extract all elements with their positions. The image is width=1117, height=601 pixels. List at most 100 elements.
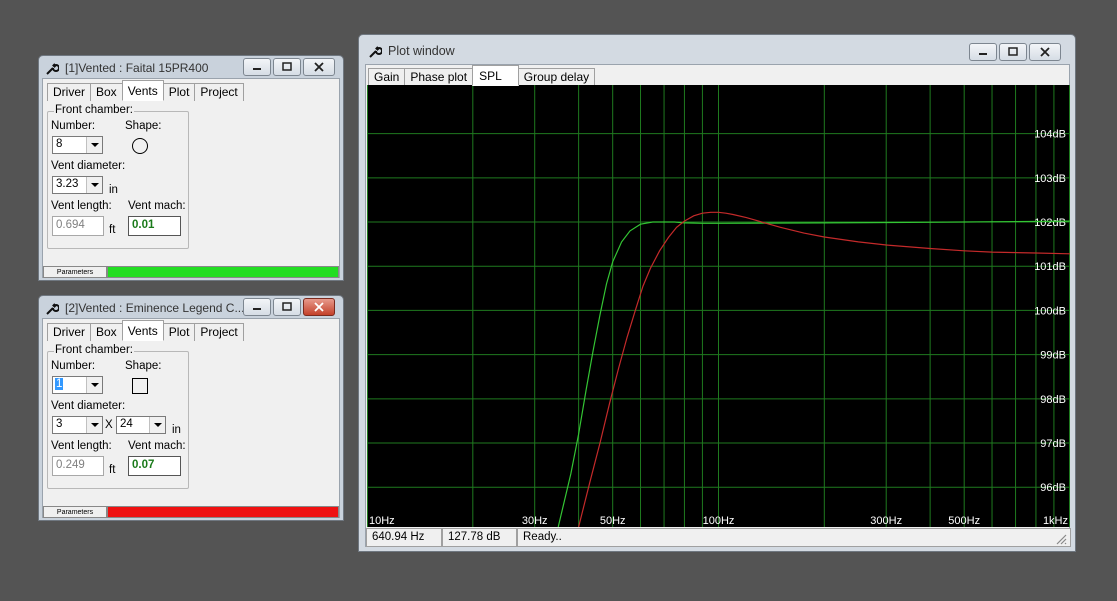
parameters-status-bar [107,266,339,278]
number-select[interactable]: 1 [52,376,103,394]
number-label: Number: [51,360,96,372]
plot-statusbar: 640.94 Hz 127.78 dB Ready.. [366,528,1071,547]
square-icon[interactable] [132,378,148,394]
close-icon [314,62,324,72]
parameters-status-bar [107,506,339,518]
x-tick-label: 50Hz [600,515,626,527]
close-button[interactable] [1029,43,1061,61]
minimize-button[interactable] [969,43,997,61]
plot-window-title: Plot window [388,44,455,58]
vent-height-value: 24 [120,418,133,430]
tab-box[interactable]: Box [90,323,123,341]
unit-in-label: in [109,184,118,196]
x-tick-label: 300Hz [870,515,902,527]
tab-driver[interactable]: Driver [47,323,91,341]
chevron-down-icon[interactable] [86,377,102,393]
maximize-icon [282,62,292,71]
tab-phase-plot[interactable]: Phase plot [404,68,474,86]
vent-length-field[interactable]: 0.694 [52,216,104,236]
wrench-icon [368,44,382,58]
chevron-down-icon[interactable] [86,177,102,193]
vent-mach-label: Vent mach: [128,200,186,212]
maximize-button[interactable] [273,58,301,76]
vent-width-select[interactable]: 3 [52,416,103,434]
parameters-strip: Parameters [43,266,339,278]
y-tick-label: 103dB [1034,173,1066,185]
tab-plot[interactable]: Plot [162,323,196,341]
vent-length-field[interactable]: 0.249 [52,456,104,476]
x-tick-label: 500Hz [948,515,980,527]
minimize-icon [979,53,987,55]
maximize-button[interactable] [999,43,1027,61]
vent-mach-label: Vent mach: [128,440,186,452]
vent-diameter-select[interactable]: 3.23 [52,176,103,194]
x-tick-label: 30Hz [522,515,548,527]
status-frequency: 640.94 Hz [366,528,442,547]
parameters-strip: Parameters [43,506,339,518]
maximize-icon [282,302,292,311]
chevron-down-icon[interactable] [86,417,102,433]
tab-project[interactable]: Project [194,83,244,101]
minimize-icon [253,68,261,70]
x-tick-label: 1kHz [1043,515,1068,527]
driver-window-2: [2]Vented : Eminence Legend C... Driver … [38,295,344,521]
close-button[interactable] [303,298,335,316]
circle-icon[interactable] [132,138,148,154]
minimize-button[interactable] [243,58,271,76]
resize-grip-icon[interactable] [1055,533,1067,545]
vent-diameter-label: Vent diameter: [51,400,126,412]
number-label: Number: [51,120,96,132]
tab-vents[interactable]: Vents [121,320,164,341]
minimize-button[interactable] [243,298,271,316]
front-chamber-label: Front chamber: [54,344,134,356]
times-label: X [105,419,113,431]
vent-length-label: Vent length: [51,440,112,452]
y-tick-label: 98dB [1040,394,1066,406]
front-chamber-group: Front chamber: Number: 8 Shape: Vent dia… [47,104,189,249]
y-tick-label: 104dB [1034,129,1066,141]
vent-mach-field[interactable]: 0.07 [128,456,181,476]
spl-plot-area[interactable]: 96dB 97dB 98dB 99dB 100dB 101dB 102dB 103dB 104d… [367,85,1070,527]
number-select[interactable]: 8 [52,136,103,154]
chevron-down-icon[interactable] [149,417,165,433]
tab-vents[interactable]: Vents [121,80,164,101]
shape-label: Shape: [125,360,162,372]
y-tick-label: 101dB [1034,261,1066,273]
plot-window: Plot window Gain Phase plot SPL Group de… [358,34,1076,552]
tab-box[interactable]: Box [90,83,123,101]
spl-chart: 96dB 97dB 98dB 99dB 100dB 101dB 102dB 103dB 104d… [367,85,1070,527]
window-2-tabs: Driver Box Vents Plot Project [47,320,244,341]
close-button[interactable] [303,58,335,76]
parameters-button[interactable]: Parameters [43,266,107,278]
plot-tabs: Gain Phase plot SPL Group delay [368,65,596,86]
plot-window-titlebar[interactable]: Plot window [359,35,1075,67]
unit-ft-label: ft [109,464,116,476]
front-chamber-group: Front chamber: Number: 1 Shape: Vent dia… [47,344,189,489]
y-tick-label: 102dB [1034,217,1066,229]
number-value: 8 [56,138,63,150]
tab-spl[interactable]: SPL [472,65,519,86]
vent-diameter-label: Vent diameter: [51,160,126,172]
vent-length-label: Vent length: [51,200,112,212]
status-message: Ready.. [517,528,1071,547]
vent-height-select[interactable]: 24 [116,416,166,434]
close-icon [314,302,324,312]
y-tick-label: 99dB [1040,350,1066,362]
parameters-button[interactable]: Parameters [43,506,107,518]
tab-gain[interactable]: Gain [368,68,406,86]
wrench-icon [45,301,59,315]
maximize-button[interactable] [273,298,301,316]
x-tick-label: 100Hz [703,515,735,527]
wrench-icon [45,61,59,75]
tab-driver[interactable]: Driver [47,83,91,101]
window-1-client: Driver Box Vents Plot Project Front cham… [42,78,340,278]
chevron-down-icon[interactable] [86,137,102,153]
tab-project[interactable]: Project [194,323,244,341]
vent-mach-field[interactable]: 0.01 [128,216,181,236]
tab-group-delay[interactable]: Group delay [517,68,596,86]
tab-plot[interactable]: Plot [162,83,196,101]
y-tick-label: 97dB [1040,438,1066,450]
x-tick-label: 10Hz [369,515,395,527]
y-tick-label: 96dB [1040,482,1066,494]
window-2-title: [2]Vented : Eminence Legend C... [65,301,245,315]
